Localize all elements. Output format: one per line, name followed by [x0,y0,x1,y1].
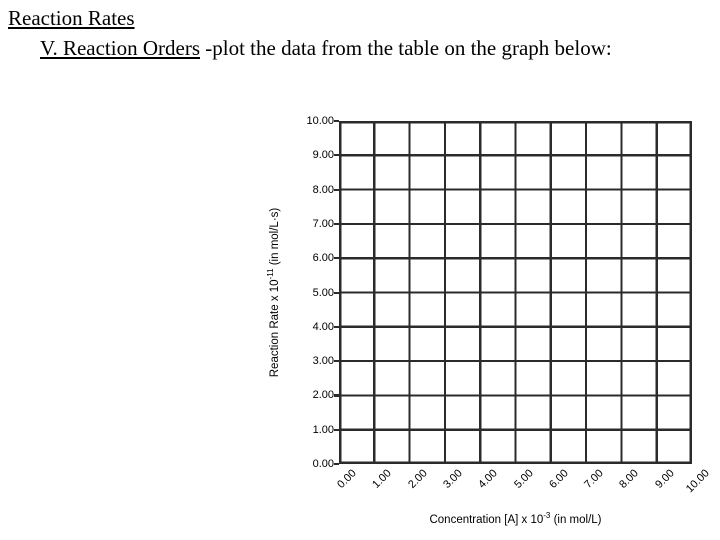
x-axis-title: Concentration [A] x 10-3 (in mol/L) [339,512,692,527]
x-axis-title-suffix: (in mol/L) [550,514,602,526]
y-axis-tick-mark [334,120,339,123]
y-axis-tick-mark [334,463,339,466]
y-axis-tick-label: 0.00 [312,458,334,470]
y-axis-tick-label: 10.00 [306,115,334,127]
y-axis-tick-mark [334,394,339,397]
y-axis-tick-label: 1.00 [312,423,334,436]
y-axis-tick-label: 2.00 [312,389,334,402]
y-axis-tick-mark [334,360,339,363]
y-axis-tick-label: 8.00 [312,183,334,196]
y-axis-tick-mark [334,222,339,226]
plot-grid [339,121,692,464]
y-axis-tick-mark [334,154,339,157]
y-axis-tick-labels: 10.00 9.00 8.00 7.00 6.00 5.00 4.00 3.00 2.00 1.0… [272,116,334,470]
y-axis-tick-label: 7.00 [312,217,334,230]
plot-area [339,121,692,464]
y-axis-tick-label: 3.00 [312,355,334,368]
reaction-rate-chart: Reaction Rate x 10-11 (in mol/L·s) 10.00… [0,0,720,540]
y-axis-tick-label: 6.00 [312,252,334,265]
y-axis-tick-label: 4.00 [312,320,334,333]
y-axis-tick-mark [334,428,339,431]
y-axis-tick-mark [334,188,339,191]
y-axis-tick-mark [334,291,339,294]
y-axis-tick-label: 5.00 [312,286,334,299]
y-axis-tick-mark [334,257,339,260]
grid-lines [339,121,692,464]
x-axis-tick-labels: 0.00 1.00 2.00 3.00 4.00 5.00 6.00 7.00 8.00 9.00… [335,464,712,510]
x-axis-title-prefix: Concentration [A] x 10 [429,514,544,526]
y-axis-tick-mark [334,325,339,328]
y-axis-tick-label: 9.00 [312,149,334,162]
